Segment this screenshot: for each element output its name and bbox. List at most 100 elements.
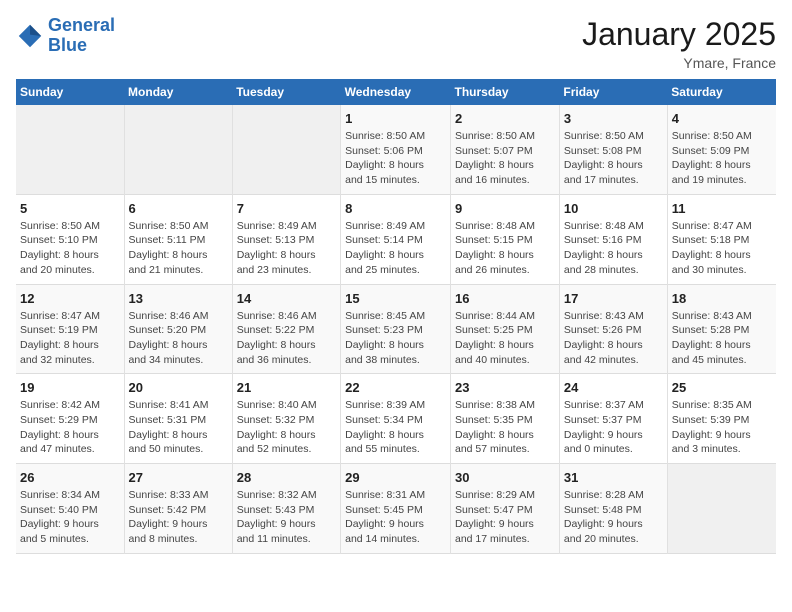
day-number: 18 (672, 291, 772, 306)
day-info: Sunrise: 8:29 AM Sunset: 5:47 PM Dayligh… (455, 488, 555, 547)
calendar-cell: 9Sunrise: 8:48 AM Sunset: 5:15 PM Daylig… (451, 194, 560, 284)
calendar-cell (16, 105, 124, 194)
title-block: January 2025 Ymare, France (582, 16, 776, 71)
day-number: 13 (129, 291, 228, 306)
calendar-cell: 13 Sunrise: 8:46 AM Sunset: 5:20 PM Dayli… (124, 284, 232, 374)
day-info: Sunrise: 8:50 AM Sunset: 5:09 PM Dayligh… (672, 129, 772, 188)
calendar-cell: 14 Sunrise: 8:46 AM Sunset: 5:22 PM Dayli… (232, 284, 340, 374)
day-info: Sunrise: 8:47 AM Sunset: 5:19 PM Dayligh… (20, 309, 120, 368)
day-info: Sunrise: 8:43 AM Sunset: 5:26 PM Dayligh… (564, 309, 663, 368)
day-info: Sunrise: 8:28 AM Sunset: 5:48 PM Dayligh… (564, 488, 663, 547)
day-info: Sunrise: 8:42 AM Sunset: 5:29 PM Dayligh… (20, 398, 120, 457)
day-number: 28 (237, 470, 336, 485)
page-header: General Blue January 2025 Ymare, France (16, 16, 776, 71)
day-number: 21 (237, 380, 336, 395)
calendar-cell: 12 Sunrise: 8:47 AM Sunset: 5:19 PM Dayli… (16, 284, 124, 374)
day-info: Sunrise: 8:40 AM Sunset: 5:32 PM Dayligh… (237, 398, 336, 457)
calendar-cell: 28 Sunrise: 8:32 AM Sunset: 5:43 PM Dayli… (232, 464, 340, 554)
calendar-cell: 2 Sunrise: 8:50 AM Sunset: 5:07 PM Daylig… (451, 105, 560, 194)
logo-text: General Blue (48, 16, 115, 56)
day-info: Sunrise: 8:50 AM Sunset: 5:06 PM Dayligh… (345, 129, 446, 188)
day-info: Sunrise: 8:49 AM Sunset: 5:13 PM Dayligh… (237, 219, 336, 278)
day-info: Sunrise: 8:45 AM Sunset: 5:23 PM Dayligh… (345, 309, 446, 368)
calendar-cell: 17Sunrise: 8:43 AM Sunset: 5:26 PM Dayli… (559, 284, 667, 374)
day-number: 3 (564, 111, 663, 126)
day-info: Sunrise: 8:46 AM Sunset: 5:22 PM Dayligh… (237, 309, 336, 368)
day-number: 5 (20, 201, 120, 216)
calendar-cell: 21 Sunrise: 8:40 AM Sunset: 5:32 PM Dayli… (232, 374, 340, 464)
day-info: Sunrise: 8:32 AM Sunset: 5:43 PM Dayligh… (237, 488, 336, 547)
day-info: Sunrise: 8:38 AM Sunset: 5:35 PM Dayligh… (455, 398, 555, 457)
calendar-cell (124, 105, 232, 194)
week-row-1: 1 Sunrise: 8:50 AM Sunset: 5:06 PM Daylig… (16, 105, 776, 194)
day-info: Sunrise: 8:48 AM Sunset: 5:16 PM Dayligh… (564, 219, 663, 278)
day-number: 26 (20, 470, 120, 485)
day-number: 10 (564, 201, 663, 216)
location: Ymare, France (582, 55, 776, 71)
day-info: Sunrise: 8:41 AM Sunset: 5:31 PM Dayligh… (129, 398, 228, 457)
calendar-cell: 26Sunrise: 8:34 AM Sunset: 5:40 PM Dayli… (16, 464, 124, 554)
calendar-cell: 3 Sunrise: 8:50 AM Sunset: 5:08 PM Daylig… (559, 105, 667, 194)
day-info: Sunrise: 8:47 AM Sunset: 5:18 PM Dayligh… (672, 219, 772, 278)
day-number: 27 (129, 470, 228, 485)
weekday-header-monday: Monday (124, 79, 232, 105)
weekday-header-wednesday: Wednesday (341, 79, 451, 105)
weekday-header-tuesday: Tuesday (232, 79, 340, 105)
day-info: Sunrise: 8:50 AM Sunset: 5:08 PM Dayligh… (564, 129, 663, 188)
day-info: Sunrise: 8:46 AM Sunset: 5:20 PM Dayligh… (129, 309, 228, 368)
calendar-cell: 23 Sunrise: 8:38 AM Sunset: 5:35 PM Dayli… (451, 374, 560, 464)
day-number: 25 (672, 380, 772, 395)
calendar-cell: 1 Sunrise: 8:50 AM Sunset: 5:06 PM Daylig… (341, 105, 451, 194)
day-info: Sunrise: 8:31 AM Sunset: 5:45 PM Dayligh… (345, 488, 446, 547)
day-number: 24 (564, 380, 663, 395)
day-number: 16 (455, 291, 555, 306)
calendar-cell: 8Sunrise: 8:49 AM Sunset: 5:14 PM Daylig… (341, 194, 451, 284)
day-info: Sunrise: 8:43 AM Sunset: 5:28 PM Dayligh… (672, 309, 772, 368)
calendar-cell: 11 Sunrise: 8:47 AM Sunset: 5:18 PM Dayli… (667, 194, 776, 284)
day-number: 30 (455, 470, 555, 485)
day-info: Sunrise: 8:39 AM Sunset: 5:34 PM Dayligh… (345, 398, 446, 457)
calendar-cell: 15 Sunrise: 8:45 AM Sunset: 5:23 PM Dayli… (341, 284, 451, 374)
day-number: 19 (20, 380, 120, 395)
calendar-cell: 24Sunrise: 8:37 AM Sunset: 5:37 PM Dayli… (559, 374, 667, 464)
day-number: 8 (345, 201, 446, 216)
calendar-cell: 5 Sunrise: 8:50 AM Sunset: 5:10 PM Daylig… (16, 194, 124, 284)
calendar-cell: 10 Sunrise: 8:48 AM Sunset: 5:16 PM Dayli… (559, 194, 667, 284)
weekday-header-saturday: Saturday (667, 79, 776, 105)
calendar-cell: 16 Sunrise: 8:44 AM Sunset: 5:25 PM Dayli… (451, 284, 560, 374)
weekday-header-row: SundayMondayTuesdayWednesdayThursdayFrid… (16, 79, 776, 105)
calendar-cell: 27 Sunrise: 8:33 AM Sunset: 5:42 PM Dayli… (124, 464, 232, 554)
day-number: 2 (455, 111, 555, 126)
day-info: Sunrise: 8:50 AM Sunset: 5:07 PM Dayligh… (455, 129, 555, 188)
weekday-header-thursday: Thursday (451, 79, 560, 105)
day-number: 11 (672, 201, 772, 216)
calendar-cell: 31 Sunrise: 8:28 AM Sunset: 5:48 PM Dayli… (559, 464, 667, 554)
day-number: 15 (345, 291, 446, 306)
logo: General Blue (16, 16, 115, 56)
day-info: Sunrise: 8:44 AM Sunset: 5:25 PM Dayligh… (455, 309, 555, 368)
day-number: 4 (672, 111, 772, 126)
day-number: 1 (345, 111, 446, 126)
day-number: 14 (237, 291, 336, 306)
calendar-cell: 4 Sunrise: 8:50 AM Sunset: 5:09 PM Daylig… (667, 105, 776, 194)
calendar-cell: 6Sunrise: 8:50 AM Sunset: 5:11 PM Daylig… (124, 194, 232, 284)
day-number: 23 (455, 380, 555, 395)
day-info: Sunrise: 8:50 AM Sunset: 5:10 PM Dayligh… (20, 219, 120, 278)
day-info: Sunrise: 8:33 AM Sunset: 5:42 PM Dayligh… (129, 488, 228, 547)
day-info: Sunrise: 8:35 AM Sunset: 5:39 PM Dayligh… (672, 398, 772, 457)
calendar-cell: 29Sunrise: 8:31 AM Sunset: 5:45 PM Dayli… (341, 464, 451, 554)
day-info: Sunrise: 8:50 AM Sunset: 5:11 PM Dayligh… (129, 219, 228, 278)
calendar-cell: 30 Sunrise: 8:29 AM Sunset: 5:47 PM Dayli… (451, 464, 560, 554)
calendar-cell: 7 Sunrise: 8:49 AM Sunset: 5:13 PM Daylig… (232, 194, 340, 284)
calendar-cell: 19 Sunrise: 8:42 AM Sunset: 5:29 PM Dayli… (16, 374, 124, 464)
calendar-cell: 18 Sunrise: 8:43 AM Sunset: 5:28 PM Dayli… (667, 284, 776, 374)
calendar-cell: 20 Sunrise: 8:41 AM Sunset: 5:31 PM Dayli… (124, 374, 232, 464)
week-row-5: 26Sunrise: 8:34 AM Sunset: 5:40 PM Dayli… (16, 464, 776, 554)
week-row-3: 12 Sunrise: 8:47 AM Sunset: 5:19 PM Dayli… (16, 284, 776, 374)
day-number: 31 (564, 470, 663, 485)
day-info: Sunrise: 8:48 AM Sunset: 5:15 PM Dayligh… (455, 219, 555, 278)
day-number: 20 (129, 380, 228, 395)
calendar-table: SundayMondayTuesdayWednesdayThursdayFrid… (16, 79, 776, 554)
day-number: 7 (237, 201, 336, 216)
day-number: 12 (20, 291, 120, 306)
